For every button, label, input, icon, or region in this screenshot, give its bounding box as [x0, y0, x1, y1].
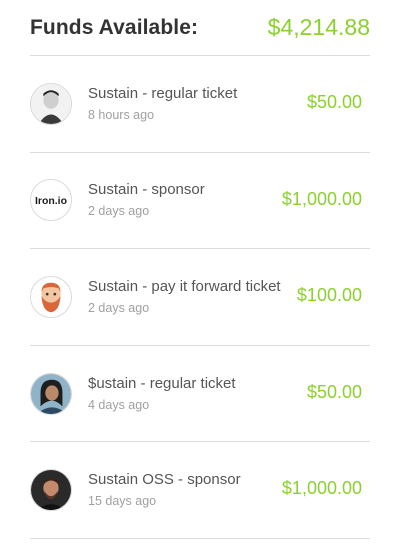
transaction-row[interactable]: $ustain - regular ticket 4 days ago $50.…	[30, 346, 370, 443]
transaction-row[interactable]: Sustain OSS - sponsor 15 days ago $1,000…	[30, 442, 370, 539]
transaction-row[interactable]: Sustain - pay it forward ticket 2 days a…	[30, 249, 370, 346]
bearded-cartoon-avatar	[30, 275, 72, 318]
funds-available-amount: $4,214.88	[267, 14, 370, 40]
transaction-list: Sustain - regular ticket 8 hours ago $50…	[30, 56, 370, 539]
transaction-row[interactable]: Sustain - regular ticket 8 hours ago $50…	[30, 56, 370, 153]
man-portrait-avatar	[30, 469, 72, 512]
svg-text:Iron.io: Iron.io	[35, 196, 67, 207]
transaction-amount: $50.00	[306, 381, 362, 402]
transaction-row[interactable]: Iron.io Sustain - sponsor 2 days ago $1,…	[30, 153, 370, 250]
transaction-amount: $50.00	[306, 92, 362, 112]
transaction-amount: $100.00	[296, 285, 362, 306]
transaction-amount: $1,000.00	[281, 478, 362, 499]
funds-header: Funds Available: $4,214.88	[30, 0, 370, 56]
transaction-amount: $1,000.00	[281, 188, 362, 209]
woman-portrait-avatar	[30, 372, 72, 415]
man-portrait-avatar	[30, 82, 72, 125]
iron-io-logo: Iron.io	[30, 179, 72, 222]
funds-available-label: Funds Available:	[30, 15, 199, 39]
